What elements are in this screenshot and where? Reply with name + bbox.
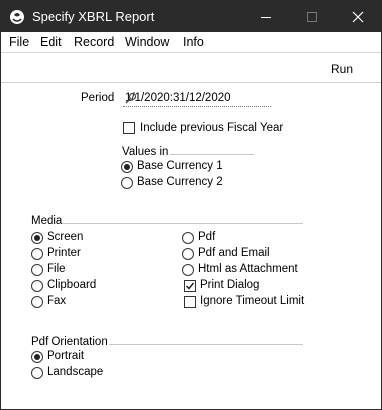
- landscape-label: Landscape: [47, 366, 104, 378]
- media-file-radio[interactable]: [31, 264, 43, 276]
- menu-file[interactable]: File: [9, 35, 29, 49]
- base-currency-1-radio[interactable]: [121, 161, 133, 173]
- landscape-radio[interactable]: [31, 367, 43, 379]
- print-dialog-label: Print Dialog: [200, 279, 260, 291]
- portrait-label: Portrait: [47, 350, 85, 362]
- values-in-title: Values in: [122, 146, 169, 158]
- menu-divider: [1, 52, 381, 53]
- ignore-timeout-label: Ignore Timeout Limit: [200, 295, 305, 307]
- media-file-label: File: [47, 263, 66, 275]
- media-clipboard-label: Clipboard: [47, 279, 97, 291]
- print-dialog-checkbox[interactable]: [184, 280, 196, 292]
- base-currency-2-radio[interactable]: [121, 177, 133, 189]
- media-html-attachment-radio[interactable]: [182, 264, 194, 276]
- run-button[interactable]: Run: [331, 62, 353, 76]
- include-previous-label: Include previous Fiscal Year: [140, 122, 284, 134]
- app-icon: [9, 9, 25, 25]
- title-bar[interactable]: Specify XBRL Report: [1, 1, 381, 32]
- media-pdf-radio[interactable]: [182, 232, 194, 244]
- media-html-attachment-label: Html as Attachment: [198, 263, 298, 275]
- media-divider: [63, 223, 303, 224]
- menu-record[interactable]: Record: [74, 35, 114, 49]
- media-title: Media: [31, 215, 63, 227]
- media-screen-label: Screen: [47, 231, 84, 243]
- media-printer-label: Printer: [47, 247, 81, 259]
- menu-bar: File Edit Record Window Info: [1, 32, 381, 52]
- period-value: 1/1/2020:31/12/2020: [125, 92, 231, 104]
- menu-info[interactable]: Info: [183, 35, 204, 49]
- menu-window[interactable]: Window: [125, 35, 169, 49]
- base-currency-1-label: Base Currency 1: [137, 160, 223, 172]
- base-currency-2-label: Base Currency 2: [137, 176, 223, 188]
- pdf-orientation-divider: [109, 344, 303, 345]
- toolbar-divider: [1, 82, 381, 83]
- minimize-button[interactable]: [243, 1, 289, 32]
- maximize-button[interactable]: [289, 1, 335, 32]
- media-printer-radio[interactable]: [31, 248, 43, 260]
- media-fax-radio[interactable]: [31, 296, 43, 308]
- ignore-timeout-checkbox[interactable]: [184, 296, 196, 308]
- close-button[interactable]: [335, 1, 381, 32]
- period-field[interactable]: 1/1/2020:31/12/2020: [123, 90, 271, 107]
- media-fax-label: Fax: [47, 295, 67, 307]
- checkmark-icon: [185, 282, 195, 290]
- portrait-radio[interactable]: [31, 351, 43, 363]
- period-label: Period: [81, 92, 115, 104]
- paste-special-icon[interactable]: [125, 92, 137, 104]
- media-pdf-label: Pdf: [198, 231, 216, 243]
- media-screen-radio[interactable]: [31, 232, 43, 244]
- menu-edit[interactable]: Edit: [40, 35, 62, 49]
- pdf-orientation-title: Pdf Orientation: [31, 336, 108, 348]
- media-clipboard-radio[interactable]: [31, 280, 43, 292]
- include-previous-checkbox[interactable]: [123, 122, 135, 134]
- media-pdf-email-label: Pdf and Email: [198, 247, 270, 259]
- report-window: Specify XBRL Report File Edit Record Win…: [0, 0, 382, 410]
- media-pdf-email-radio[interactable]: [182, 248, 194, 260]
- values-in-divider: [170, 154, 254, 155]
- window-title: Specify XBRL Report: [32, 9, 155, 24]
